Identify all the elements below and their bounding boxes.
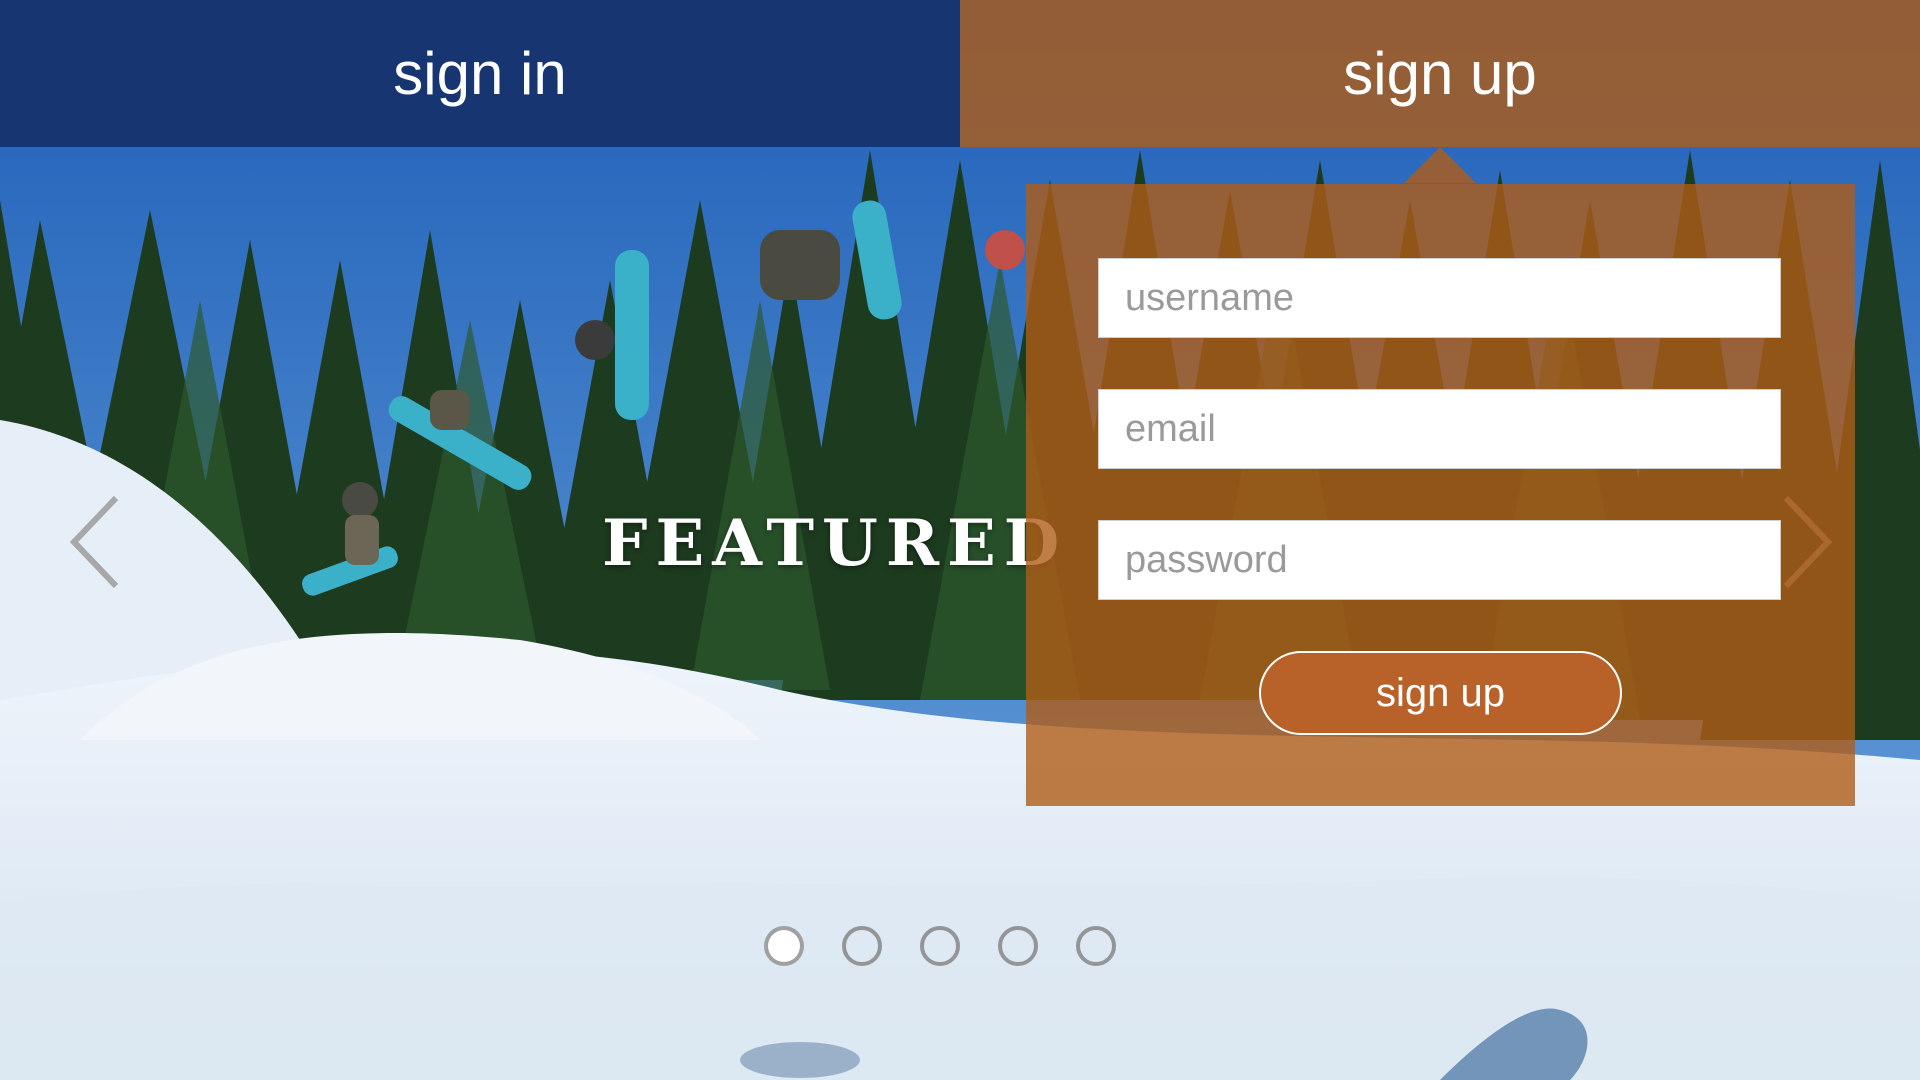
username-input[interactable] xyxy=(1098,258,1781,338)
slider-prev-button[interactable] xyxy=(66,492,126,592)
tab-sign-up-label: sign up xyxy=(1343,40,1537,107)
slider-dot-3[interactable] xyxy=(920,926,960,966)
tab-sign-in[interactable]: sign in xyxy=(0,0,960,147)
slider-dot-2[interactable] xyxy=(842,926,882,966)
sign-up-panel: sign up xyxy=(1026,184,1855,806)
slider-pagination xyxy=(764,926,1116,966)
tab-sign-in-label: sign in xyxy=(393,40,567,107)
chevron-left-icon xyxy=(69,495,119,589)
slider-dot-5[interactable] xyxy=(1076,926,1116,966)
slide-caption: FEATURED xyxy=(602,506,1068,581)
password-input[interactable] xyxy=(1098,520,1781,600)
email-input[interactable] xyxy=(1098,389,1781,469)
active-tab-caret xyxy=(1404,147,1476,183)
sign-up-button[interactable]: sign up xyxy=(1259,651,1622,735)
slider-dot-4[interactable] xyxy=(998,926,1038,966)
auth-tab-bar: sign in sign up xyxy=(0,0,1920,183)
slider-dot-1[interactable] xyxy=(764,926,804,966)
tab-sign-up[interactable]: sign up xyxy=(960,0,1920,183)
